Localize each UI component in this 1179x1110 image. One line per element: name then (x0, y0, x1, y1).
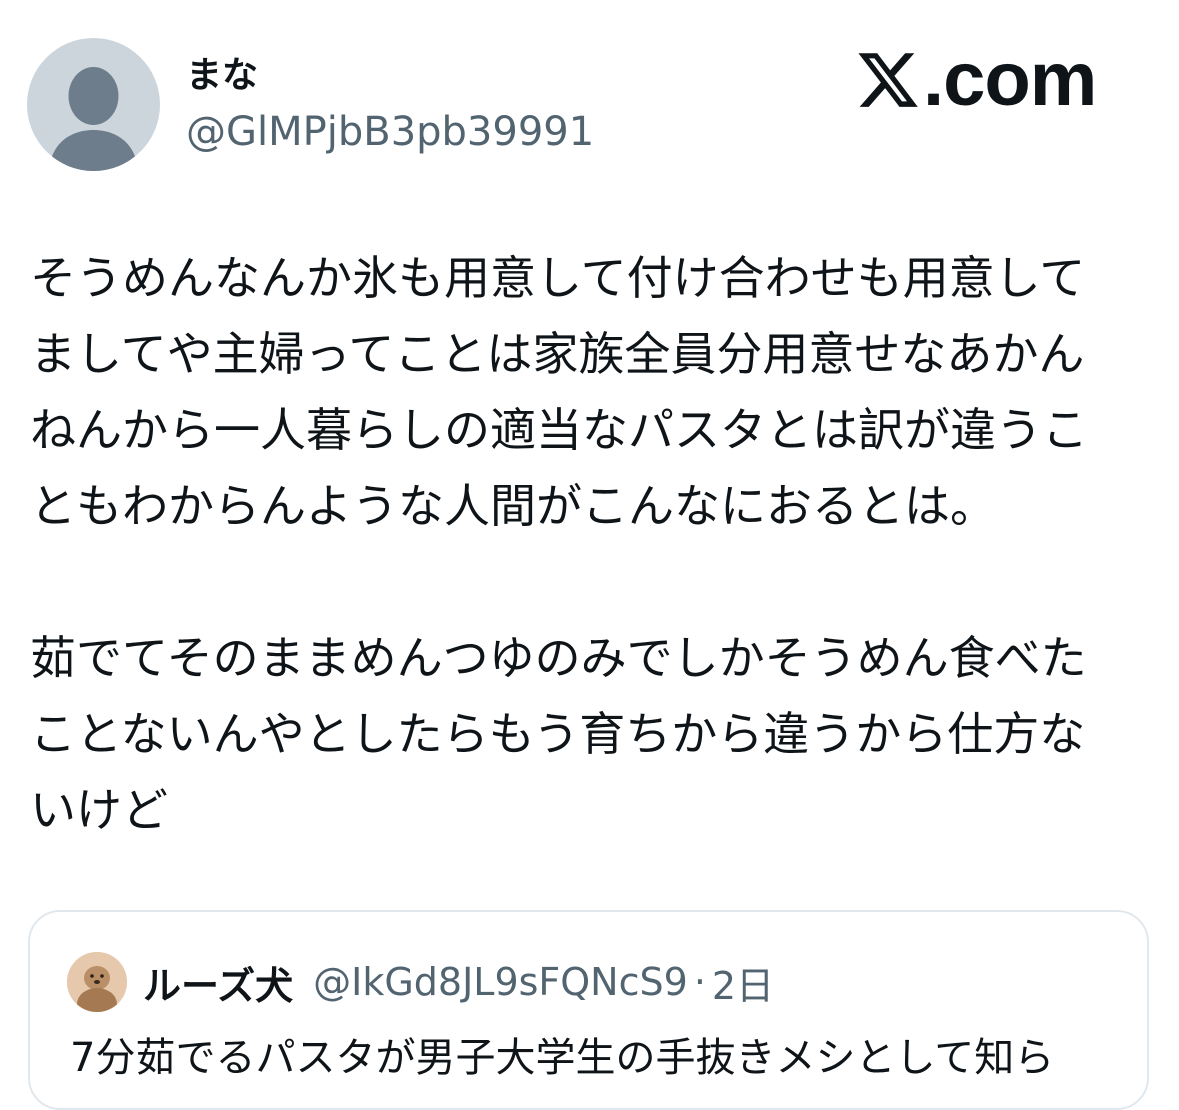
tweet-paragraph: そうめんなんか氷も用意して付け合わせも用意して ましてや主婦ってことは家族全員分… (30, 251, 1088, 533)
quoted-tweet-timestamp[interactable]: 2日 (712, 955, 774, 1010)
default-profile-icon (49, 67, 138, 171)
quoted-tweet-text: 7分茹でるパスタが男子大学生の手抜きメシとして知ら (70, 1035, 1055, 1081)
quoted-author-handle[interactable]: @IkGd8JL9sFQNcS9 (313, 960, 688, 1004)
author-avatar[interactable] (27, 38, 160, 171)
tweet-paragraph: 茹でてそのままめんつゆのみでしかそうめん食べた ことないんやとしたらもう育ちから… (30, 631, 1087, 837)
otter-avatar-icon (67, 952, 127, 1012)
meta-separator: · (693, 960, 706, 1004)
quoted-tweet-card[interactable]: ルーズ犬 @IkGd8JL9sFQNcS9 · 2日 7分茹でるパスタが男子大学… (28, 910, 1149, 1110)
quoted-author-avatar[interactable] (67, 952, 127, 1012)
x-logo-icon (858, 53, 918, 107)
quoted-author-name[interactable]: ルーズ犬 (143, 955, 293, 1010)
author-handle[interactable]: @GlMPjbB3pb39991 (186, 108, 594, 156)
quoted-tweet-header: ルーズ犬 @IkGd8JL9sFQNcS9 · 2日 (67, 950, 774, 1014)
brand-watermark: .com (855, 37, 1097, 122)
author-display-name[interactable]: まな (186, 54, 258, 98)
tweet-text: そうめんなんか氷も用意して付け合わせも用意して ましてや主婦ってことは家族全員分… (30, 240, 1155, 848)
brand-domain-text: .com (923, 37, 1097, 122)
